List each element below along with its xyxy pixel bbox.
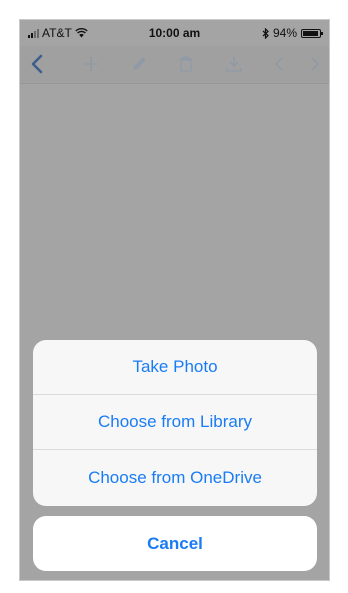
- previous-icon[interactable]: [268, 52, 290, 76]
- delete-icon[interactable]: [175, 52, 197, 76]
- action-sheet: Take Photo Choose from Library Choose fr…: [33, 340, 317, 506]
- phone-screen: AT&T 10:00 am 94% Take Photo Choose from…: [19, 19, 330, 581]
- next-icon[interactable]: [304, 52, 326, 76]
- status-bar: AT&T 10:00 am 94%: [20, 20, 329, 46]
- edit-icon[interactable]: [128, 52, 150, 76]
- take-photo-button[interactable]: Take Photo: [33, 340, 317, 395]
- battery-percent: 94%: [272, 26, 297, 40]
- choose-from-library-button[interactable]: Choose from Library: [33, 395, 317, 450]
- battery-fill: [303, 30, 318, 36]
- cancel-button[interactable]: Cancel: [33, 516, 317, 571]
- bluetooth-icon: [262, 27, 269, 39]
- download-icon[interactable]: [223, 52, 245, 76]
- back-icon[interactable]: [26, 52, 48, 76]
- cancel-sheet: Cancel: [33, 516, 317, 571]
- add-icon[interactable]: [80, 52, 102, 76]
- choose-from-onedrive-button[interactable]: Choose from OneDrive: [33, 450, 317, 506]
- battery-icon: [301, 28, 323, 38]
- toolbar: [20, 46, 329, 84]
- status-right: 94%: [262, 26, 323, 40]
